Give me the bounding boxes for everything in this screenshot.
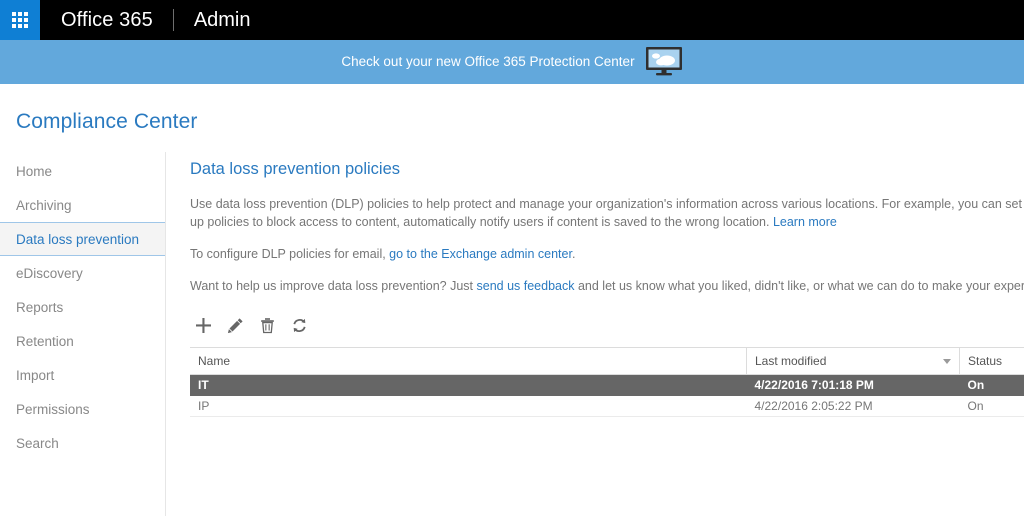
delete-policy-button[interactable] [254,313,280,337]
sidebar-item-archiving[interactable]: Archiving [0,188,165,222]
sidebar-item-ediscovery[interactable]: eDiscovery [0,256,165,290]
intro-text: Use data loss prevention (DLP) policies … [190,197,1022,229]
page-header: Compliance Center [0,84,1024,152]
policies-table: Name Last modified Status IT [190,347,1024,417]
app-launcher-waffle-button[interactable] [0,0,40,40]
app-launcher-waffle-icon [12,12,28,28]
table-row[interactable]: IP 4/22/2016 2:05:22 PM On [190,396,1024,417]
cell-last-modified: 4/22/2016 2:05:22 PM [747,396,960,417]
monitor-cloud-icon [645,46,683,79]
cell-status: On [960,375,1024,396]
chevron-down-icon[interactable] [943,359,951,364]
table-header-row: Name Last modified Status [190,348,1024,375]
cell-policy-name: IT [190,375,747,396]
sidebar-item-search[interactable]: Search [0,426,165,460]
send-us-feedback-link[interactable]: send us feedback [477,279,575,293]
page-title: Compliance Center [16,110,1024,134]
pencil-icon [227,317,244,334]
column-header-status-label: Status [968,354,1002,368]
content-heading: Data loss prevention policies [190,160,1024,179]
cell-last-modified: 4/22/2016 7:01:18 PM [747,375,960,396]
feedback-paragraph: Want to help us improve data loss preven… [190,277,1024,295]
intro-paragraph: Use data loss prevention (DLP) policies … [190,195,1024,231]
learn-more-link[interactable]: Learn more [773,215,837,229]
exchange-paragraph: To configure DLP policies for email, go … [190,245,1024,263]
exchange-text-after: . [572,247,575,261]
refresh-icon [291,317,308,334]
suite-header-bar: Office 365 Admin [0,0,1024,40]
column-header-last-modified-label: Last modified [755,354,826,368]
sidebar-item-home[interactable]: Home [0,154,165,188]
sidebar-item-permissions[interactable]: Permissions [0,392,165,426]
edit-policy-button[interactable] [222,313,248,337]
command-toolbar [190,313,1024,337]
exchange-text: To configure DLP policies for email, [190,247,389,261]
add-policy-button[interactable] [190,313,216,337]
column-header-status[interactable]: Status [960,348,1024,375]
column-header-name[interactable]: Name [190,348,747,375]
exchange-admin-center-link[interactable]: go to the Exchange admin center [389,247,572,261]
table-row[interactable]: IT 4/22/2016 7:01:18 PM On [190,375,1024,396]
suite-brand-link[interactable]: Office 365 [40,0,173,40]
refresh-button[interactable] [286,313,312,337]
column-header-name-label: Name [198,354,230,368]
promo-banner[interactable]: Check out your new Office 365 Protection… [0,40,1024,84]
table-body: IT 4/22/2016 7:01:18 PM On IP 4/22/2016 … [190,375,1024,417]
sidebar-item-import[interactable]: Import [0,358,165,392]
cell-status: On [960,396,1024,417]
table-header: Name Last modified Status [190,348,1024,375]
sidebar-item-reports[interactable]: Reports [0,290,165,324]
page-body: Home Archiving Data loss prevention eDis… [0,152,1024,516]
main-content: Data loss prevention policies Use data l… [166,152,1024,516]
sidebar-item-retention[interactable]: Retention [0,324,165,358]
cell-policy-name: IP [190,396,747,417]
sidebar-item-data-loss-prevention[interactable]: Data loss prevention [0,222,165,256]
promo-banner-text[interactable]: Check out your new Office 365 Protection… [341,55,634,69]
trash-icon [259,317,276,334]
suite-app-name[interactable]: Admin [174,0,271,40]
feedback-text: Want to help us improve data loss preven… [190,279,477,293]
column-header-last-modified[interactable]: Last modified [747,348,960,375]
left-navigation: Home Archiving Data loss prevention eDis… [0,152,166,516]
feedback-text-after: and let us know what you liked, didn't l… [575,279,1024,293]
plus-icon [195,317,212,334]
